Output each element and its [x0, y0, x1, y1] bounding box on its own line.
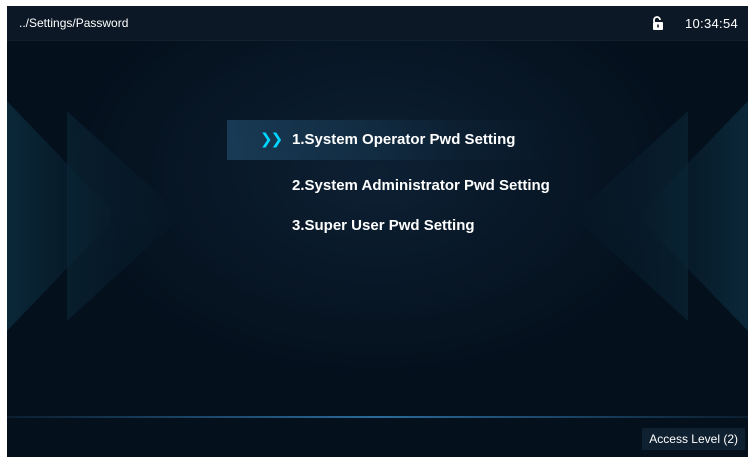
menu-item-label: 3.Super User Pwd Setting [292, 217, 475, 234]
footer-bar: Access Level (2) [7, 418, 748, 457]
menu-item-label: 2.System Administrator Pwd Setting [292, 177, 550, 194]
access-level-badge[interactable]: Access Level (2) [642, 428, 745, 450]
menu-item-system-administrator-pwd[interactable]: 2.System Administrator Pwd Setting [292, 166, 550, 206]
top-bar: ../Settings/Password 10:34:54 [7, 6, 748, 41]
screen: ../Settings/Password 10:34:54 ❯❯ 1.Syste… [7, 6, 748, 457]
menu-item-label: 1.System Operator Pwd Setting [292, 131, 516, 148]
main-area: ❯❯ 1.System Operator Pwd Setting 2.Syste… [7, 41, 748, 416]
menu-item-system-operator-pwd[interactable]: ❯❯ 1.System Operator Pwd Setting [227, 120, 557, 160]
menu-item-super-user-pwd[interactable]: 3.Super User Pwd Setting [292, 206, 475, 246]
breadcrumb: ../Settings/Password [19, 16, 129, 30]
double-chevron-right-icon: ❯❯ [260, 131, 283, 148]
clock: 10:34:54 [685, 16, 739, 31]
unlocked-padlock-icon[interactable] [651, 16, 665, 30]
